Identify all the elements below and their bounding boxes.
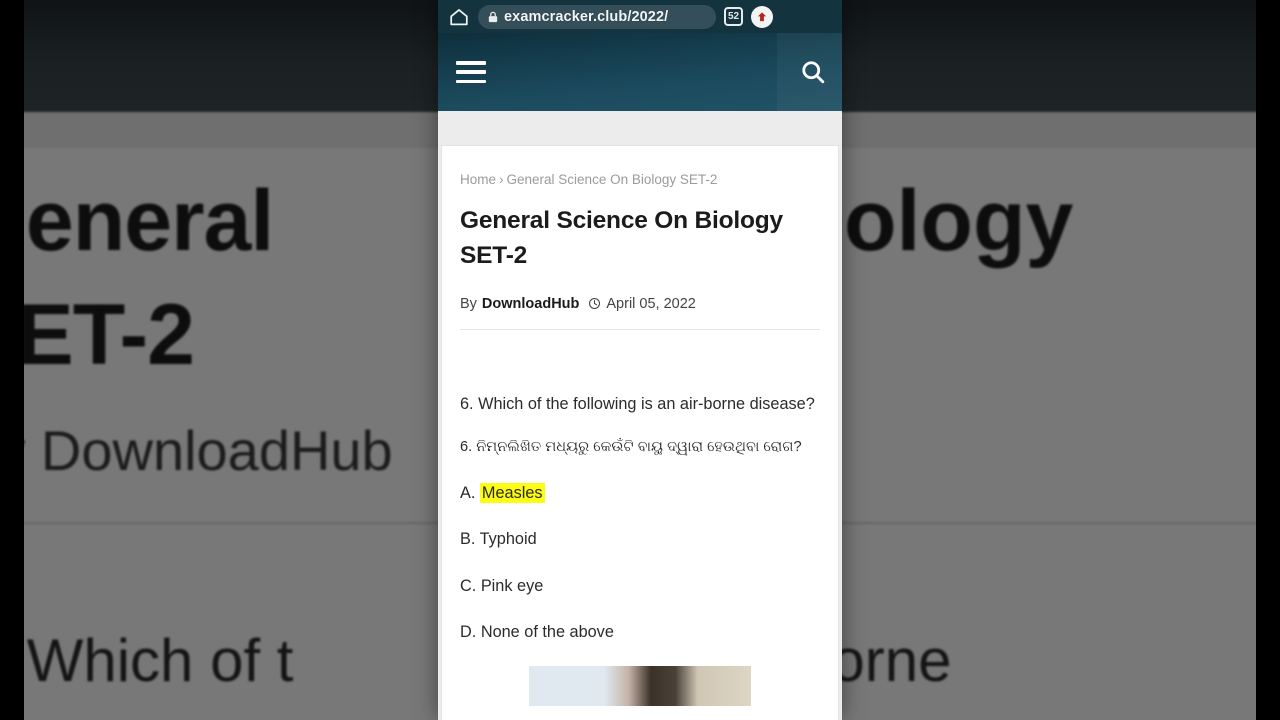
answer-option-letter: B.	[460, 530, 476, 549]
breadcrumb-home-link[interactable]: Home	[460, 172, 496, 187]
answer-option-letter: D.	[460, 623, 477, 642]
question-text-english: 6. Which of the following is an air-born…	[460, 394, 815, 413]
breadcrumb: Home › General Science On Biology SET-2	[460, 172, 820, 187]
lock-icon	[488, 11, 498, 22]
question-text-odia: 6. ନିମ୍ନଲିଖିତ ମଧ୍ୟରୁ କେଉଁଟି ବାୟୁ ଦ୍ୱାରା …	[460, 438, 802, 455]
byline: By DownloadHub April 05, 2022	[460, 296, 820, 330]
page-body: Home › General Science On Biology SET-2 Ge…	[438, 111, 842, 720]
screenshot-stage: General SET-2 By DownloadHub 6. Which of…	[0, 0, 1280, 720]
background-question-line-2: disease?	[24, 716, 200, 720]
answer-option-text-highlighted: Measles	[479, 482, 545, 503]
site-header	[438, 33, 842, 111]
home-icon[interactable]	[448, 6, 470, 28]
letterbox-bar-right	[1256, 0, 1280, 720]
background-byline: By DownloadHub	[24, 419, 393, 482]
byline-author[interactable]: DownloadHub	[482, 296, 579, 312]
byline-date: April 05, 2022	[606, 295, 696, 312]
answer-option-letter: A.	[460, 483, 476, 502]
tab-counter-button[interactable]: 52	[724, 7, 743, 26]
hamburger-bar-3	[456, 79, 486, 83]
byline-by-label: By	[460, 295, 477, 312]
background-title-line-1: General	[24, 173, 274, 269]
search-icon[interactable]	[799, 58, 827, 86]
answer-option[interactable]: C. Pink eye	[460, 574, 820, 598]
article-card: Home › General Science On Biology SET-2 Ge…	[441, 145, 839, 720]
answer-option[interactable]: D. None of the above	[460, 620, 820, 644]
address-bar-text: examcracker.club/2022/	[504, 8, 669, 25]
page-title: General Science On Biology SET-2	[460, 207, 783, 269]
tab-counter-value: 52	[727, 11, 740, 22]
answer-option-letter: C.	[460, 576, 477, 595]
question-block: 6. Which of the following is an air-born…	[460, 330, 820, 707]
answer-option[interactable]: A. Measles	[460, 481, 820, 505]
background-question-line-1: 6. Which of t	[24, 627, 294, 694]
hamburger-bar-1	[456, 61, 486, 65]
hamburger-bar-2	[456, 70, 486, 74]
breadcrumb-current: General Science On Biology SET-2	[506, 172, 718, 187]
background-title-line-2: SET-2	[24, 287, 195, 383]
breadcrumb-separator: ›	[499, 172, 504, 187]
browser-toolbar: examcracker.club/2022/ 52	[438, 0, 842, 33]
answer-option-text: Typhoid	[479, 530, 537, 549]
hamburger-menu-icon[interactable]	[456, 61, 486, 83]
upload-arrow-glyph	[757, 11, 767, 21]
phone-viewport: examcracker.club/2022/ 52 Home › General…	[438, 0, 842, 720]
address-bar[interactable]: examcracker.club/2022/	[478, 4, 716, 29]
answer-option[interactable]: B. Typhoid	[460, 527, 820, 551]
profile-badge-icon[interactable]	[751, 5, 773, 28]
answer-option-text: Pink eye	[480, 576, 544, 595]
options-list: A. Measles B. Typhoid C. Pink eye D. None o…	[460, 481, 820, 645]
inline-article-image	[529, 666, 751, 707]
letterbox-bar-left	[0, 0, 24, 720]
clock-icon	[589, 298, 601, 310]
answer-option-text: None of the above	[480, 623, 614, 642]
